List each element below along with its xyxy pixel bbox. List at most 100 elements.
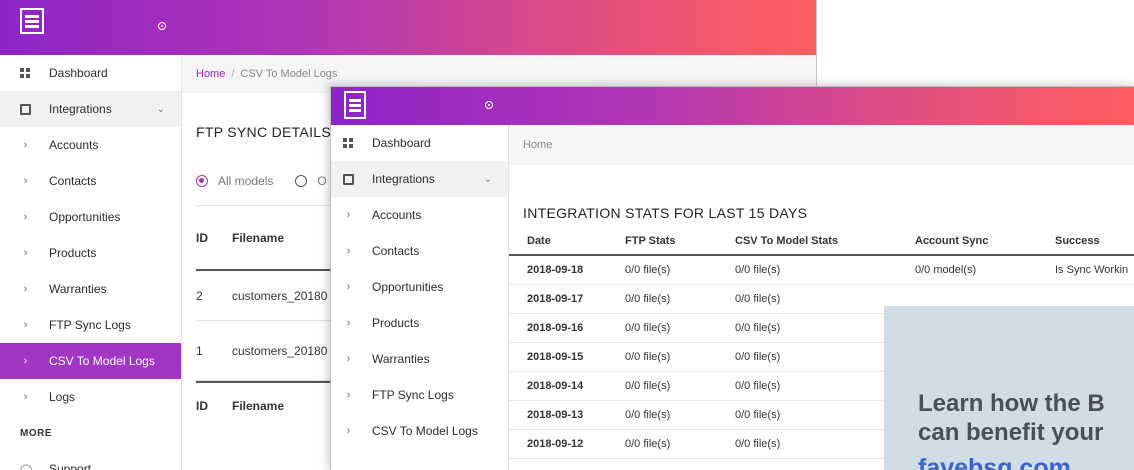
sidebar-item-products[interactable]: › Products: [331, 305, 508, 341]
chevron-right-icon: ›: [23, 319, 28, 331]
chevron-right-icon: ›: [346, 209, 351, 221]
column-header-date[interactable]: Date: [509, 227, 625, 256]
sidebar-item-logs[interactable]: › Logs: [0, 379, 181, 415]
sidebar-item-label: Products: [372, 316, 420, 330]
table-row[interactable]: 2018-09-18 0/0 file(s) 0/0 file(s) 0/0 m…: [509, 255, 1134, 285]
sidebar-item-label: Contacts: [49, 174, 97, 188]
sidebar-item-label: Contacts: [372, 244, 420, 258]
sidebar-item-dashboard[interactable]: Dashboard: [0, 55, 181, 91]
top-header-bar: [331, 87, 1134, 125]
cell-success: Is Sync Workin: [1055, 255, 1134, 285]
sidebar-item-csv-to-model-logs[interactable]: › CSV To Model Logs: [331, 413, 508, 449]
column-header-id[interactable]: ID: [196, 231, 232, 245]
cell-date: 2018-09-18: [509, 255, 625, 285]
chevron-right-icon: ›: [23, 211, 28, 223]
sidebar-item-label: Integrations: [372, 172, 435, 186]
cell-date: 2018-09-13: [509, 400, 625, 430]
cell-ftp-stats: 0/0 file(s): [625, 371, 735, 401]
sidebar-item-csv-to-model-logs[interactable]: › CSV To Model Logs: [0, 343, 181, 379]
sidebar-item-label: Warranties: [372, 352, 430, 366]
promo-overlay-panel: Learn how the B can benefit your favebsg…: [884, 306, 1134, 470]
sidebar-item-warranties[interactable]: › Warranties: [0, 271, 181, 307]
cell-ftp-stats: 0/0 file(s): [625, 284, 735, 314]
sidebar-item-products[interactable]: › Products: [0, 235, 181, 271]
sidebar-item-opportunities[interactable]: › Opportunities: [331, 269, 508, 305]
puzzle-icon: [20, 103, 31, 115]
page-title: INTEGRATION STATS FOR LAST 15 DAYS: [523, 205, 808, 221]
promo-website-link[interactable]: favebsg.com: [918, 454, 1071, 470]
cell-filename: customers_20180: [232, 343, 328, 358]
column-header-ftp-stats[interactable]: FTP Stats: [625, 227, 735, 256]
cell-ftp-stats: 0/0 file(s): [625, 313, 735, 343]
chevron-right-icon: ›: [23, 175, 28, 187]
chevron-down-icon: ⌄: [156, 103, 165, 115]
cell-date: 2018-09-15: [509, 342, 625, 372]
brand-logo[interactable]: [344, 91, 366, 119]
chevron-right-icon: ›: [23, 355, 28, 367]
cell-date: 2018-09-16: [509, 313, 625, 343]
radio-other-option[interactable]: [295, 175, 308, 187]
column-header-account-sync[interactable]: Account Sync: [915, 227, 1055, 256]
sidebar-item-contacts[interactable]: › Contacts: [0, 163, 181, 199]
table-footer-row: ID Filename: [196, 381, 336, 429]
chevron-right-icon: ›: [23, 391, 28, 403]
sidebar-item-accounts[interactable]: › Accounts: [331, 197, 508, 233]
cell-date: 2018-09-12: [509, 429, 625, 459]
breadcrumb-home-link[interactable]: Home: [196, 68, 225, 80]
chevron-right-icon: ›: [346, 389, 351, 401]
table-row[interactable]: 1 customers_20180: [196, 321, 336, 381]
column-header-filename[interactable]: Filename: [232, 231, 284, 245]
sidebar-item-warranties[interactable]: › Warranties: [331, 341, 508, 377]
sidebar-item-accounts[interactable]: › Accounts: [0, 127, 181, 163]
sidebar-item-dashboard[interactable]: Dashboard: [331, 125, 508, 161]
cell-id: 2: [196, 288, 203, 303]
sidebar-item-label: Support: [49, 462, 92, 470]
top-header-bar: [0, 0, 816, 55]
model-filter: All models O: [196, 174, 327, 188]
breadcrumb-current: CSV To Model Logs: [240, 68, 338, 80]
sidebar-section-more: MORE: [20, 427, 52, 439]
sidebar-item-contacts[interactable]: › Contacts: [331, 233, 508, 269]
sidebar-item-label: CSV To Model Logs: [372, 424, 478, 438]
sidebar-item-label: Integrations: [49, 102, 112, 116]
sidebar-item-integrations[interactable]: Integrations ⌄: [0, 91, 181, 127]
sidebar-item-label: FTP Sync Logs: [49, 318, 131, 332]
cell-ftp-stats: 0/0 file(s): [625, 342, 735, 372]
chevron-right-icon: ›: [23, 247, 28, 259]
page-title: FTP SYNC DETAILS: [196, 124, 331, 140]
chevron-right-icon: ›: [346, 245, 351, 257]
sidebar-item-label: Products: [49, 246, 97, 260]
cell-date: 2018-09-14: [509, 371, 625, 401]
sidebar-item-ftp-sync-logs[interactable]: › FTP Sync Logs: [0, 307, 181, 343]
table-row[interactable]: 2 customers_20180: [196, 271, 336, 321]
chevron-right-icon: ›: [346, 317, 351, 329]
help-circle-icon: ◯: [20, 463, 33, 470]
promo-headline-line2: can benefit your: [918, 419, 1104, 446]
cell-csv-stats: 0/0 file(s): [735, 255, 915, 285]
sidebar-item-ftp-sync-logs[interactable]: › FTP Sync Logs: [331, 377, 508, 413]
breadcrumb: Home: [509, 125, 1134, 165]
sidebar-item-integrations[interactable]: Integrations ⌄: [331, 161, 508, 197]
column-footer-id: ID: [196, 399, 208, 413]
chevron-right-icon: ›: [346, 353, 351, 365]
breadcrumb-home[interactable]: Home: [523, 139, 552, 151]
sidebar-item-opportunities[interactable]: › Opportunities: [0, 199, 181, 235]
promo-headline: Learn how the B can benefit your: [918, 389, 1105, 447]
brand-logo[interactable]: [20, 8, 44, 34]
column-header-success[interactable]: Success: [1055, 227, 1134, 256]
sidebar-item-support[interactable]: ◯ Support: [0, 451, 181, 470]
table-header-row: ID Filename: [196, 205, 336, 271]
cell-account-sync: 0/0 model(s): [915, 255, 1055, 285]
radio-all-models-label: All models: [218, 174, 274, 188]
table-header-row: Date FTP Stats CSV To Model Stats Accoun…: [509, 227, 1134, 256]
radio-dot-icon[interactable]: [158, 22, 166, 30]
column-header-csv-stats[interactable]: CSV To Model Stats: [735, 227, 915, 256]
cell-ftp-stats: 0/0 file(s): [625, 400, 735, 430]
cell-id: 1: [196, 343, 203, 358]
radio-all-models[interactable]: [196, 175, 208, 187]
promo-headline-line1: Learn how the B: [918, 390, 1105, 417]
chevron-right-icon: ›: [346, 425, 351, 437]
radio-dot-icon[interactable]: [485, 101, 493, 109]
sidebar-item-label: CSV To Model Logs: [49, 354, 155, 368]
cell-ftp-stats: 0/0 file(s): [625, 255, 735, 285]
